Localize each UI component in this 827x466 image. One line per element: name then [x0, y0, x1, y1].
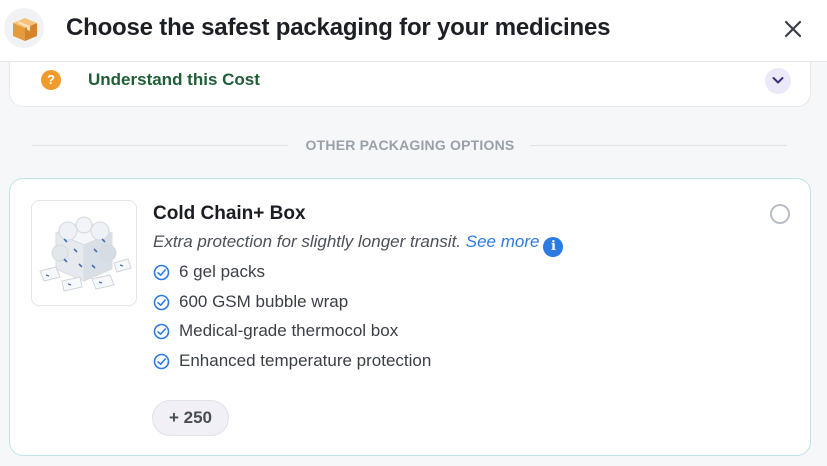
feature-text: Medical-grade thermocol box [179, 321, 399, 340]
check-circle-icon [153, 294, 170, 310]
modal-header: Choose the safest packaging for your med… [0, 0, 827, 62]
see-more-link[interactable]: See more [466, 232, 540, 251]
option-description-text: Extra protection for slightly longer tra… [153, 232, 462, 251]
list-item: Medical-grade thermocol box [153, 321, 431, 351]
feature-list: 6 gel packs 600 GSM bubble wrap Medical-… [153, 262, 431, 380]
expand-cost-button[interactable] [765, 68, 791, 94]
check-circle-icon [153, 353, 170, 369]
option-title: Cold Chain+ Box [153, 203, 306, 224]
price-badge: + 250 [152, 400, 229, 436]
list-item: 6 gel packs [153, 262, 431, 292]
option-radio[interactable] [770, 204, 790, 224]
understand-cost-accordion[interactable]: ? Understand this Cost [9, 62, 811, 107]
modal-title: Choose the safest packaging for your med… [66, 14, 611, 41]
list-item: Enhanced temperature protection [153, 351, 431, 381]
divider-line-right [530, 145, 787, 146]
package-box-icon [4, 8, 44, 48]
close-button[interactable] [780, 16, 806, 42]
option-description: Extra protection for slightly longer tra… [153, 232, 564, 257]
check-circle-icon [153, 264, 170, 281]
feature-text: 6 gel packs [179, 262, 265, 281]
other-options-heading: OTHER PACKAGING OPTIONS [305, 137, 515, 153]
cold-chain-box-image [31, 200, 137, 306]
feature-text: Enhanced temperature protection [179, 350, 432, 370]
understand-cost-label[interactable]: Understand this Cost [88, 70, 260, 90]
packaging-option-card[interactable]: Cold Chain+ Box Extra protection for sli… [9, 178, 811, 456]
feature-text: 600 GSM bubble wrap [179, 291, 349, 311]
info-icon[interactable]: i [543, 237, 564, 257]
divider-line-left [32, 145, 288, 146]
chevron-down-icon [772, 77, 784, 84]
check-circle-icon [153, 323, 170, 340]
list-item: 600 GSM bubble wrap [153, 292, 431, 322]
question-icon: ? [41, 70, 61, 90]
close-icon[interactable] [780, 16, 806, 42]
